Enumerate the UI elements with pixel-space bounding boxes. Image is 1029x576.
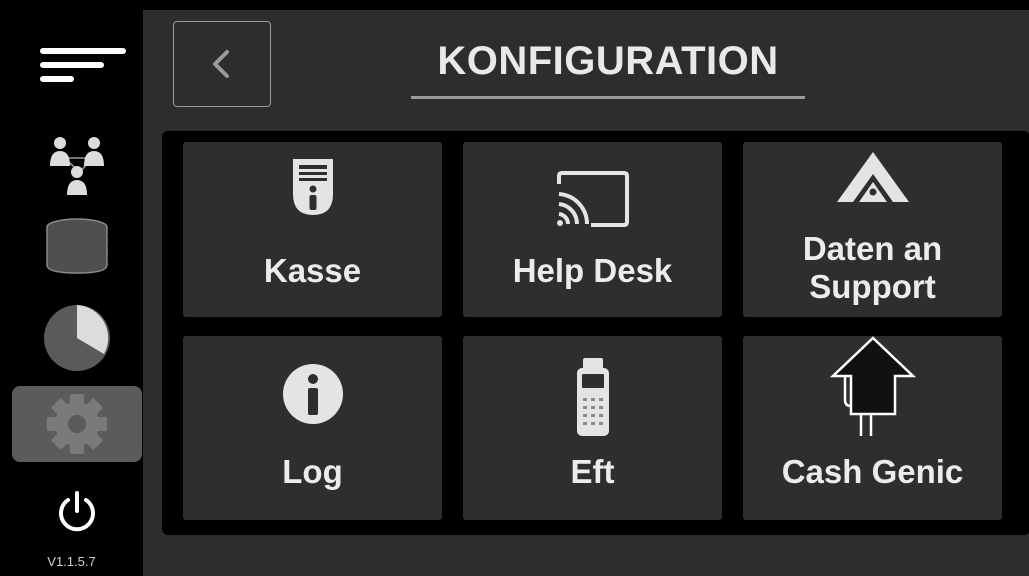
register-info-icon xyxy=(292,159,333,215)
tile-grid: Kasse Help Desk Daten an Support Log Eft… xyxy=(162,131,1029,535)
cast-icon xyxy=(556,171,629,227)
tile-cash-genic[interactable]: Cash Genic xyxy=(743,336,1002,520)
tile-label: Help Desk xyxy=(512,252,673,289)
cash-machine-icon xyxy=(829,336,916,436)
title-area: KONFIGURATION xyxy=(411,32,805,99)
tile-daten-an-support[interactable]: Daten an Support xyxy=(743,142,1002,317)
sidebar-item-settings[interactable] xyxy=(12,386,142,462)
version-label: V1.1.5.7 xyxy=(47,554,96,569)
gear-icon xyxy=(47,394,107,454)
page-title: KONFIGURATION xyxy=(437,39,779,83)
menu-icon xyxy=(40,48,126,82)
main-panel: KONFIGURATION Kasse Help Desk Daten an S… xyxy=(143,10,1029,576)
chevron-left-icon xyxy=(213,50,229,78)
tile-label-line2: Support xyxy=(809,268,936,305)
users-icon xyxy=(50,137,104,195)
power-button[interactable] xyxy=(12,486,142,538)
sidebar-item-users[interactable] xyxy=(12,130,142,200)
back-button[interactable] xyxy=(173,21,271,107)
screen: V1.1.5.7 KONFIGURATION Kasse Help Desk D… xyxy=(0,0,1029,576)
sidebar-item-statistics[interactable] xyxy=(12,302,142,374)
info-icon xyxy=(282,364,343,424)
tile-kasse[interactable]: Kasse xyxy=(183,142,442,317)
tile-label: Cash Genic xyxy=(781,453,964,490)
power-icon xyxy=(59,491,95,532)
tile-help-desk[interactable]: Help Desk xyxy=(463,142,722,317)
tile-label: Log xyxy=(282,453,343,490)
tile-label: Eft xyxy=(570,453,615,490)
sidebar-item-database[interactable] xyxy=(12,214,142,284)
tile-label-line1: Daten an xyxy=(802,230,943,267)
card-terminal-icon xyxy=(576,358,609,436)
sidebar: V1.1.5.7 xyxy=(0,0,143,576)
menu-button[interactable] xyxy=(12,30,142,100)
database-icon xyxy=(46,218,108,274)
tile-label: Kasse xyxy=(263,252,362,289)
tile-log[interactable]: Log xyxy=(183,336,442,520)
pie-chart-icon xyxy=(44,305,110,371)
tile-eft[interactable]: Eft xyxy=(463,336,722,520)
title-underline xyxy=(411,96,805,99)
support-logo-icon xyxy=(836,152,909,202)
